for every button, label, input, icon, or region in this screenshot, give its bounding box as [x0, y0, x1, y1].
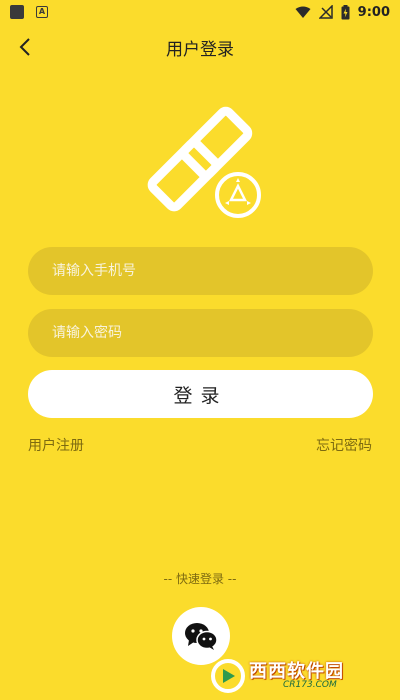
watermark-sub: CR173.COM	[283, 679, 337, 690]
wechat-icon	[185, 623, 218, 650]
status-right: 9:00	[295, 4, 390, 20]
register-link[interactable]: 用户注册	[28, 435, 84, 455]
chain-link-recycle-icon	[147, 106, 262, 219]
battery-charging-icon	[341, 4, 350, 19]
forgot-password-link[interactable]: 忘记密码	[316, 435, 372, 455]
back-button[interactable]	[10, 32, 40, 62]
status-time: 9:00	[357, 4, 390, 20]
quick-login-label: -- 快速登录 --	[163, 572, 237, 586]
phone-input[interactable]	[28, 247, 373, 295]
status-bar: A 9:00	[0, 0, 400, 24]
watermark-logo-icon	[211, 659, 245, 693]
wifi-icon	[295, 6, 311, 18]
app-icon	[10, 5, 24, 19]
watermark-brand: 西西软件园	[249, 660, 344, 682]
status-left: A	[10, 5, 48, 19]
page-title: 用户登录	[166, 39, 234, 60]
chevron-left-icon	[19, 38, 30, 56]
login-button[interactable]: 登录	[28, 370, 373, 418]
password-input[interactable]	[28, 309, 373, 357]
nav-bar: 用户登录	[0, 30, 400, 64]
a-badge-icon: A	[36, 6, 48, 18]
site-watermark: 西西软件园 CR173.COM	[211, 656, 396, 696]
signal-off-icon	[318, 5, 333, 19]
